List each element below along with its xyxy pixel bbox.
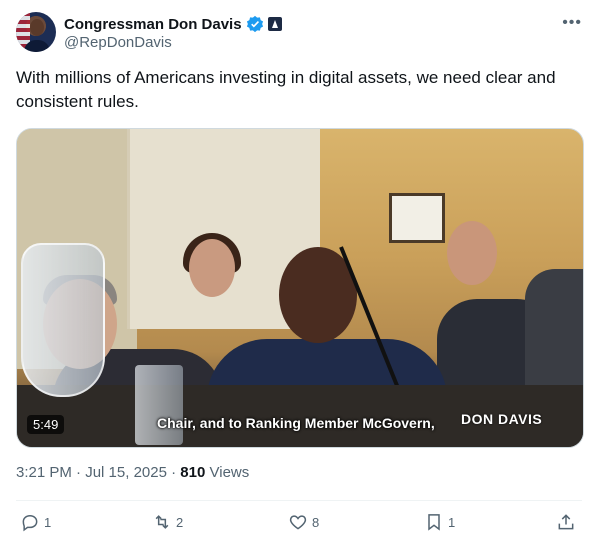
bookmark-button[interactable]: 1	[424, 512, 455, 532]
avatar[interactable]	[16, 12, 56, 52]
divider	[16, 500, 582, 501]
display-name[interactable]: Congressman Don Davis	[64, 16, 242, 33]
like-button[interactable]: 8	[288, 512, 319, 532]
tweet-text: With millions of Americans investing in …	[16, 68, 556, 111]
tweet-date[interactable]: Jul 15, 2025	[85, 464, 167, 481]
video-caption: Chair, and to Ranking Member McGovern,	[157, 415, 435, 431]
verified-badge-icon[interactable]	[246, 15, 264, 33]
meta-separator: ·	[171, 464, 177, 481]
meta-separator: ·	[76, 464, 82, 481]
bookmark-count: 1	[448, 514, 456, 530]
repost-icon	[155, 515, 169, 529]
reply-icon	[22, 514, 38, 532]
reply-count: 1	[44, 514, 52, 530]
action-bar: 1 2 8 1	[16, 508, 582, 540]
like-count: 8	[312, 514, 320, 530]
video-watermark: DON DAVIS	[461, 411, 543, 427]
views-label: Views	[209, 464, 250, 481]
water-pitcher	[21, 243, 105, 397]
heart-icon	[289, 515, 307, 530]
video-player[interactable]: 5:49 Chair, and to Ranking Member McGove…	[16, 128, 584, 448]
tweet-meta: 3:21 PM · Jul 15, 2025 · 810 Views	[16, 464, 249, 481]
water-glass	[135, 365, 183, 445]
government-badge-icon	[267, 17, 282, 31]
share-button[interactable]	[556, 512, 576, 532]
repost-count: 2	[176, 514, 184, 530]
repost-button[interactable]: 2	[152, 512, 183, 532]
reply-button[interactable]: 1	[20, 512, 51, 532]
bookmark-icon	[428, 514, 440, 531]
tweet-header: Congressman Don Davis @RepDonDavis •••	[16, 12, 582, 56]
video-duration: 5:49	[27, 415, 65, 434]
name-line: Congressman Don Davis	[64, 14, 282, 34]
wall-picture	[389, 193, 445, 243]
more-icon[interactable]: •••	[562, 14, 582, 32]
handle[interactable]: @RepDonDavis	[64, 34, 172, 51]
share-icon	[558, 514, 574, 530]
views-count: 810	[180, 464, 206, 481]
tweet-time[interactable]: 3:21 PM	[16, 464, 72, 481]
